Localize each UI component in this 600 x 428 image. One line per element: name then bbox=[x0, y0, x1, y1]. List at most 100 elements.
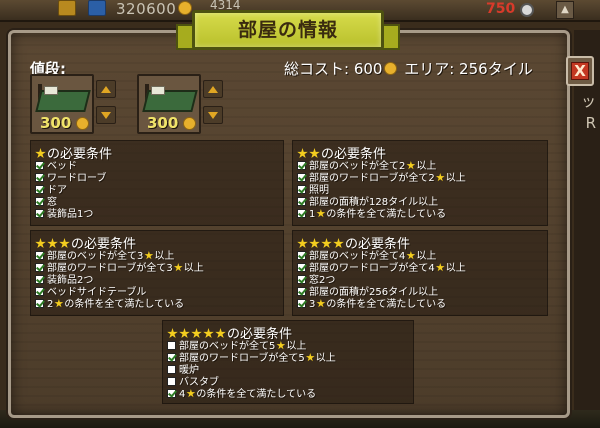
checkbox-checked-icon bbox=[35, 263, 44, 272]
star-icon bbox=[191, 328, 202, 339]
star-icon bbox=[316, 209, 326, 218]
requirement-text: 部屋のベッドが全て5 bbox=[179, 341, 276, 352]
star-icon bbox=[309, 148, 320, 159]
star-icon bbox=[297, 148, 308, 159]
checkbox-checked-icon bbox=[35, 287, 44, 296]
coin-icon bbox=[384, 62, 398, 75]
bed-item-card[interactable]: 300 bbox=[137, 74, 201, 134]
requirement-title-text: の必要条件 bbox=[47, 147, 113, 162]
upgrade-down-button[interactable] bbox=[96, 106, 116, 124]
requirements-panel-3-star: の必要条件 部屋のベッドが全て3 以上 部屋のワードローブが全て3 以上 装飾品2つ ベッド… bbox=[30, 230, 284, 316]
requirement-item: 部屋のベッドが全て2 以上 bbox=[297, 161, 547, 173]
title-banner: 部屋の情報 bbox=[176, 4, 400, 58]
star-icon bbox=[406, 251, 416, 260]
checkbox-checked-icon bbox=[35, 161, 44, 170]
banner-body: 部屋の情報 bbox=[192, 10, 384, 50]
star-icon bbox=[144, 251, 154, 260]
requirement-item: 窓 bbox=[35, 197, 283, 209]
star-icon bbox=[333, 238, 344, 249]
total-cost-prefix: 総コスト: bbox=[284, 60, 354, 78]
requirement-title: の必要条件 bbox=[297, 143, 547, 162]
requirement-text: 部屋の面積が128タイル以上 bbox=[309, 197, 439, 208]
requirement-list: 部屋のベッドが全て2 以上 部屋のワードローブが全て2 以上 照明 部屋の面積が128タイ… bbox=[297, 161, 547, 221]
requirement-item: ワードローブ bbox=[35, 173, 283, 185]
requirement-item: 装飾品2つ bbox=[35, 275, 283, 287]
checkbox-checked-icon bbox=[35, 197, 44, 206]
checkbox-checked-icon bbox=[297, 251, 306, 260]
arrow-up-icon bbox=[101, 86, 111, 93]
star-icon bbox=[186, 389, 196, 398]
requirement-list: ベッド ワードローブ ドア窓装飾品1つ bbox=[35, 161, 283, 221]
checkbox-checked-icon bbox=[297, 209, 306, 218]
requirement-item: 部屋の面積が256タイル以上 bbox=[297, 287, 547, 299]
requirement-item: 部屋のベッドが全て5 以上 bbox=[167, 341, 413, 353]
stats-icon[interactable] bbox=[58, 0, 76, 16]
requirement-text: 部屋のワードローブが全て5 bbox=[179, 353, 305, 364]
star-icon bbox=[203, 328, 214, 339]
requirement-text-suffix: 以上 bbox=[416, 251, 437, 262]
star-icon bbox=[316, 299, 326, 308]
checkbox-checked-icon bbox=[167, 353, 176, 362]
requirement-item: 3 の条件を全て満たしている bbox=[297, 299, 547, 311]
requirement-text: 装飾品2つ bbox=[47, 275, 94, 286]
requirement-list: 部屋のベッドが全て4 以上 部屋のワードローブが全て4 以上 窓2つ 部屋の面積が256タ… bbox=[297, 251, 547, 311]
requirement-list: 部屋のベッドが全て3 以上 部屋のワードローブが全て3 以上 装飾品2つ ベッドサイドテー… bbox=[35, 251, 283, 311]
requirement-item: ベッドサイドテーブル bbox=[35, 287, 283, 299]
checkbox-checked-icon bbox=[297, 197, 306, 206]
requirement-title: の必要条件 bbox=[297, 233, 547, 252]
requirements-panel-5-star: の必要条件 部屋のベッドが全て5 以上 部屋のワードローブが全て5 以上 暖炉 バスタブ 4 の… bbox=[162, 320, 414, 404]
close-button[interactable]: X bbox=[566, 56, 594, 86]
bed-item-card[interactable]: 300 bbox=[30, 74, 94, 134]
requirement-text-suffix: 以上 bbox=[315, 353, 336, 364]
requirement-item: 部屋のベッドが全て4 以上 bbox=[297, 251, 547, 263]
requirement-title-text: の必要条件 bbox=[71, 237, 137, 252]
arrow-up-icon bbox=[208, 86, 218, 93]
requirement-item: 装飾品1つ bbox=[35, 209, 283, 221]
requirement-text-suffix: 以上 bbox=[183, 263, 204, 274]
checkbox-empty-icon bbox=[167, 341, 176, 350]
star-icon bbox=[435, 263, 445, 272]
requirement-item: 部屋の面積が128タイル以上 bbox=[297, 197, 547, 209]
coin-icon bbox=[183, 117, 196, 130]
upgrade-up-button[interactable] bbox=[96, 80, 116, 98]
checkbox-checked-icon bbox=[35, 275, 44, 284]
star-icon bbox=[215, 328, 226, 339]
requirement-text-suffix: 以上 bbox=[154, 251, 175, 262]
checkbox-checked-icon bbox=[167, 389, 176, 398]
checkbox-checked-icon bbox=[297, 161, 306, 170]
upgrade-up-button[interactable] bbox=[203, 80, 223, 98]
bed-icon bbox=[35, 84, 91, 114]
upgrade-down-button[interactable] bbox=[203, 106, 223, 124]
star-icon bbox=[305, 353, 315, 362]
speed-arrow-icon[interactable]: ▲ bbox=[556, 1, 574, 19]
side-panel: ッ R bbox=[574, 30, 600, 410]
side-label: R bbox=[585, 114, 596, 132]
requirement-list: 部屋のベッドが全て5 以上 部屋のワードローブが全て5 以上 暖炉 バスタブ 4 の条件を全て… bbox=[167, 341, 413, 401]
arrow-down-icon bbox=[101, 112, 111, 119]
checkbox-empty-icon bbox=[167, 365, 176, 374]
mail-icon[interactable] bbox=[88, 0, 106, 16]
clock-icon[interactable] bbox=[520, 3, 534, 17]
requirement-item: 部屋のワードローブが全て5 以上 bbox=[167, 353, 413, 365]
requirement-text: 装飾品1つ bbox=[47, 209, 94, 220]
star-icon bbox=[276, 341, 286, 350]
requirements-panel-2-star: の必要条件 部屋のベッドが全て2 以上 部屋のワードローブが全て2 以上 照明 部屋の面積が… bbox=[292, 140, 548, 226]
requirement-text: 窓 bbox=[47, 197, 57, 208]
close-icon: X bbox=[571, 62, 589, 80]
star-icon bbox=[406, 161, 416, 170]
arrow-down-icon bbox=[208, 112, 218, 119]
checkbox-checked-icon bbox=[35, 251, 44, 260]
checkbox-checked-icon bbox=[35, 185, 44, 194]
requirement-text: 窓2つ bbox=[309, 275, 336, 286]
checkbox-checked-icon bbox=[297, 287, 306, 296]
star-icon bbox=[167, 328, 178, 339]
requirement-text: 1 bbox=[309, 209, 316, 220]
requirement-text: ベッド bbox=[47, 161, 77, 172]
requirements-panel-4-star: の必要条件 部屋のベッドが全て4 以上 部屋のワードローブが全て4 以上 窓2つ 部屋の面積… bbox=[292, 230, 548, 316]
star-icon bbox=[321, 238, 332, 249]
bed-price: 300 bbox=[147, 114, 179, 132]
area-text: エリア: 256タイル bbox=[399, 60, 533, 78]
requirement-title-text: の必要条件 bbox=[345, 237, 411, 252]
star-icon bbox=[35, 238, 46, 249]
star-icon bbox=[173, 263, 183, 272]
